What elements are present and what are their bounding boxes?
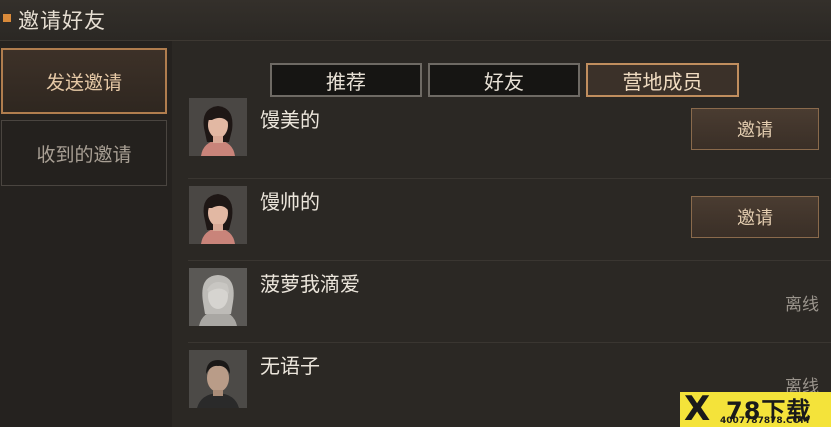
member-name: 菠萝我滴爱 [260, 272, 360, 296]
grey-hair-portrait-icon [189, 268, 247, 326]
tab-camp-members[interactable]: 营地成员 [586, 63, 739, 97]
watermark-mark: X [684, 392, 711, 427]
male-short-hair-icon [189, 350, 247, 408]
female-dark-hair-icon [189, 186, 247, 244]
invite-button[interactable]: 邀请 [691, 108, 819, 150]
member-name: 无语子 [260, 354, 320, 378]
title-marker-icon [3, 14, 11, 22]
watermark-url: 4007787878.COM [720, 416, 810, 426]
send-invite-tab[interactable]: 发送邀请 [1, 48, 167, 114]
list-item: 馒帅的 邀请 [188, 178, 831, 261]
title-bar: 邀请好友 [0, 0, 831, 41]
list-item: 馒美的 邀请 [188, 96, 831, 179]
invite-button[interactable]: 邀请 [691, 196, 819, 238]
tab-friends[interactable]: 好友 [428, 63, 580, 97]
female-dark-hair-icon [189, 98, 247, 156]
member-name: 馒美的 [260, 108, 320, 132]
member-name: 馒帅的 [260, 190, 320, 214]
list-item: 菠萝我滴爱 离线 [188, 260, 831, 343]
window-title: 邀请好友 [18, 9, 106, 33]
received-invite-tab[interactable]: 收到的邀请 [1, 120, 167, 186]
status-badge: 离线 [785, 295, 819, 315]
watermark-logo: X 78下载 4007787878.COM [680, 392, 831, 427]
tab-recommended[interactable]: 推荐 [270, 63, 422, 97]
